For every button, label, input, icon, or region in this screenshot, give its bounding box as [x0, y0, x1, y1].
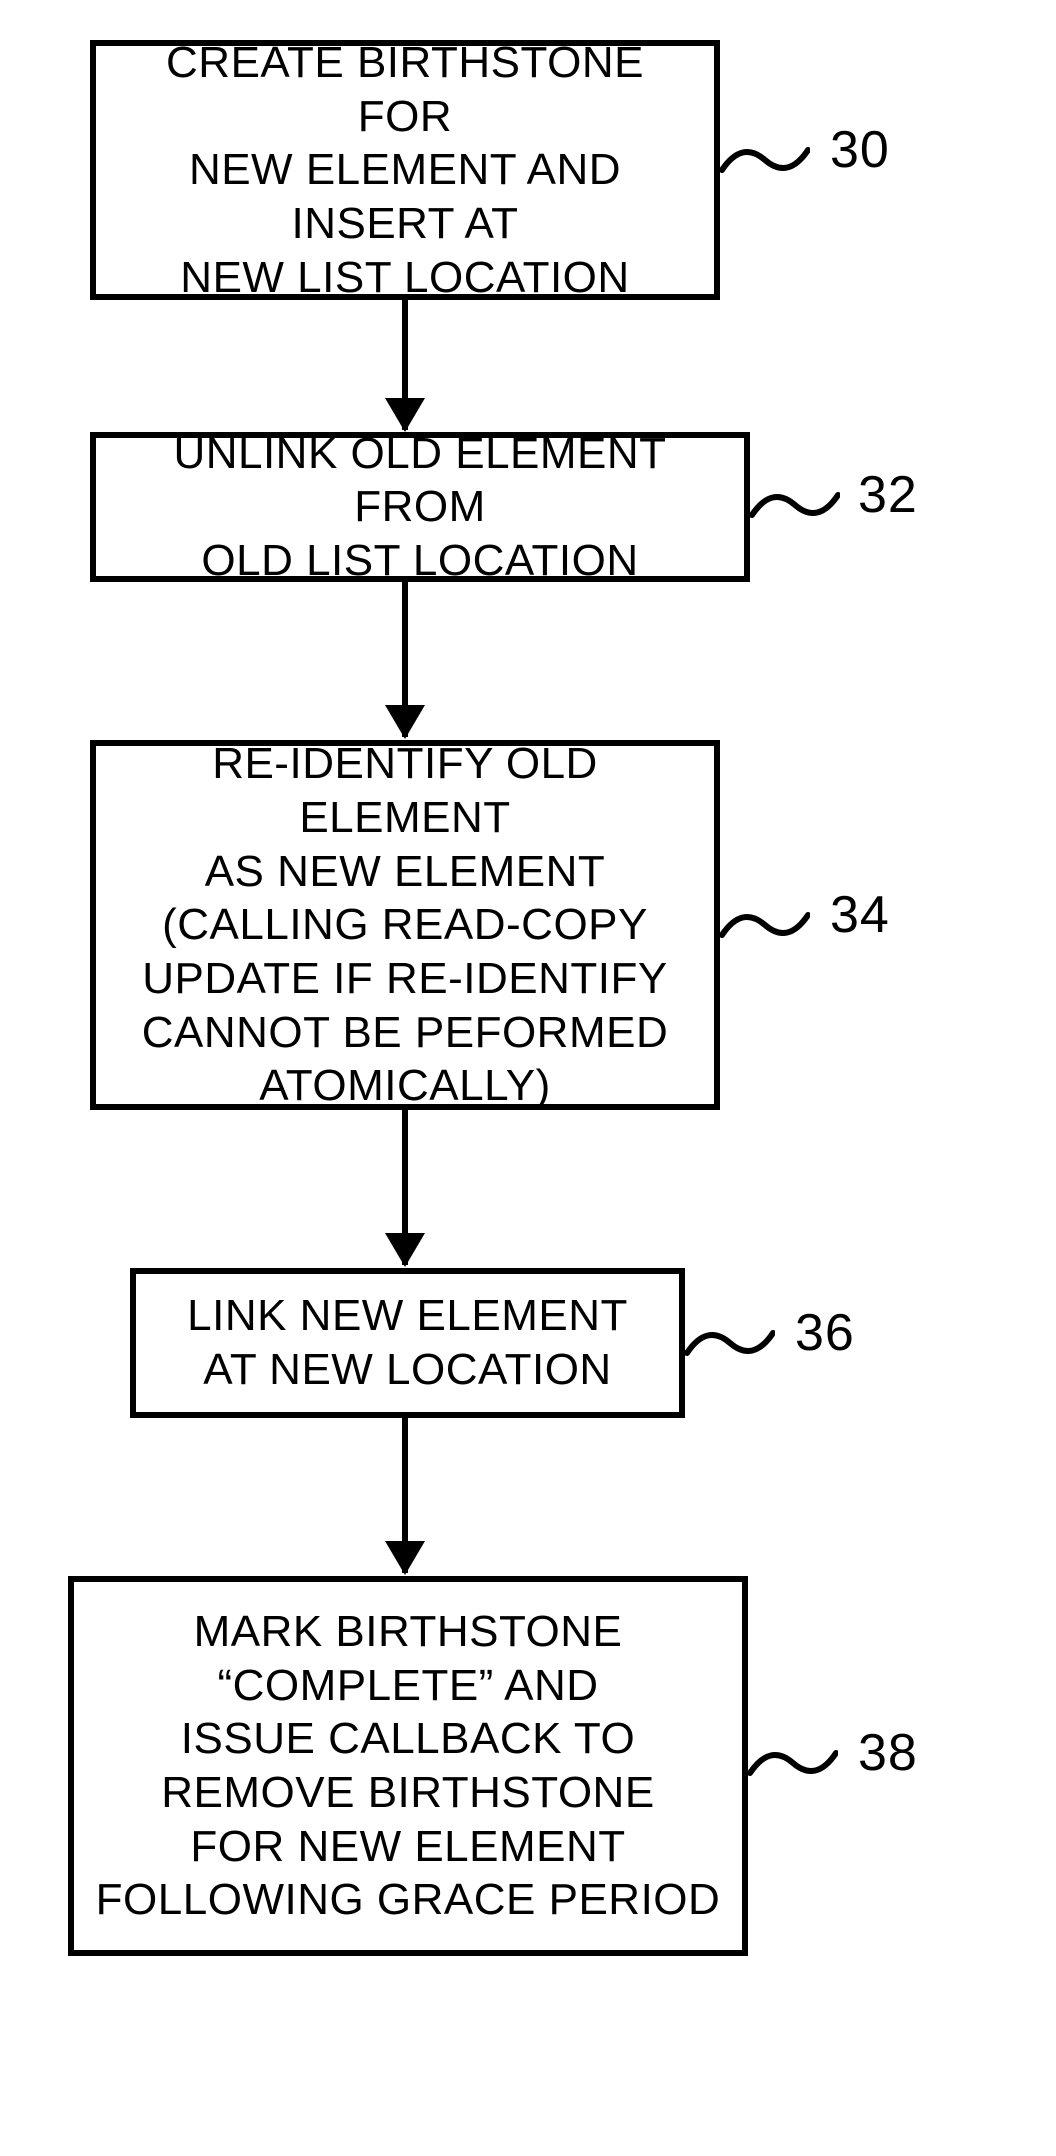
- flow-label-36: 36: [795, 1303, 855, 1363]
- connector-tilde-32: [750, 480, 840, 530]
- flow-label-38: 38: [858, 1723, 918, 1783]
- flow-box-32-text: UNLINK OLD ELEMENT FROM OLD LIST LOCATIO…: [114, 427, 726, 588]
- flow-box-36-text: LINK NEW ELEMENT AT NEW LOCATION: [187, 1289, 628, 1396]
- flow-label-30: 30: [830, 120, 890, 180]
- flow-box-32: UNLINK OLD ELEMENT FROM OLD LIST LOCATIO…: [90, 432, 750, 582]
- flow-box-36: LINK NEW ELEMENT AT NEW LOCATION: [130, 1268, 685, 1418]
- arrow-32-34: [402, 582, 408, 737]
- flowchart-canvas: CREATE BIRTHSTONE FOR NEW ELEMENT AND IN…: [0, 0, 1056, 2156]
- flow-box-38-text: MARK BIRTHSTONE “COMPLETE” AND ISSUE CAL…: [96, 1605, 721, 1927]
- arrow-30-32: [402, 300, 408, 430]
- connector-tilde-38: [748, 1738, 838, 1788]
- flow-label-32: 32: [858, 465, 918, 525]
- flow-box-30-text: CREATE BIRTHSTONE FOR NEW ELEMENT AND IN…: [114, 36, 696, 304]
- flow-box-38: MARK BIRTHSTONE “COMPLETE” AND ISSUE CAL…: [68, 1576, 748, 1956]
- connector-tilde-30: [720, 135, 810, 185]
- arrow-34-36: [402, 1110, 408, 1265]
- flow-box-34: RE-IDENTIFY OLD ELEMENT AS NEW ELEMENT (…: [90, 740, 720, 1110]
- connector-tilde-36: [685, 1318, 775, 1368]
- arrow-36-38: [402, 1418, 408, 1573]
- flow-label-34: 34: [830, 885, 890, 945]
- flow-box-34-text: RE-IDENTIFY OLD ELEMENT AS NEW ELEMENT (…: [114, 737, 696, 1113]
- connector-tilde-34: [720, 900, 810, 950]
- flow-box-30: CREATE BIRTHSTONE FOR NEW ELEMENT AND IN…: [90, 40, 720, 300]
